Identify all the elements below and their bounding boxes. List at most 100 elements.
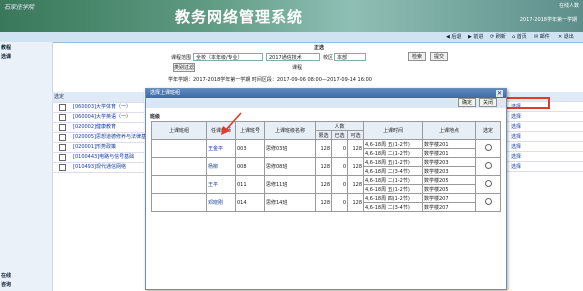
class-group-cell — [151, 175, 207, 194]
place-cell: 数学楼205 — [422, 184, 476, 194]
course-name[interactable]: [020001]形势政策 — [73, 142, 116, 152]
choose-link[interactable]: 选择 — [505, 132, 583, 142]
available-cell: 128 — [347, 175, 364, 194]
choose-cell — [475, 139, 501, 158]
col-time: 上课时间 — [363, 121, 423, 140]
table-row: 邓晓刚 014 思修14班 128 0 128 4,6-18周 四(1-2节) … — [151, 193, 501, 212]
class-group-cell — [151, 193, 207, 212]
available-cell: 128 — [347, 157, 364, 176]
row-checkbox[interactable] — [59, 124, 66, 131]
forward-button[interactable]: ▶ 前进 — [468, 33, 483, 40]
table-header-row: 上课班组 任课教师 上课班号 上课班级名称 人数 上课时间 上课地点 选定 — [151, 121, 501, 140]
selected-cell: 0 — [331, 157, 348, 176]
choose-link[interactable]: 选择 — [505, 152, 583, 162]
highlight-box — [504, 97, 550, 109]
teacher-cell[interactable]: 王金平 — [206, 139, 236, 158]
section-label: 班级 — [150, 114, 161, 120]
course-name[interactable]: [010493]现代通信网络 — [73, 162, 126, 172]
limit-cell: 128 — [315, 157, 332, 176]
time-cell: 4,6-18周 二(3-4节) — [363, 202, 423, 212]
place-cell: 数学楼205 — [422, 175, 476, 185]
available-cell: 128 — [347, 193, 364, 212]
back-button[interactable]: ◀ 后退 — [446, 33, 461, 40]
place-cell: 数学楼203 — [422, 157, 476, 167]
time-cell: 4,6-18周 五(1-2节) — [363, 157, 423, 167]
class-no-cell: 014 — [235, 193, 265, 212]
row-checkbox[interactable] — [59, 134, 66, 141]
submit-button[interactable]: 提交 — [430, 52, 448, 61]
sidebar-item-consult[interactable]: 咨询 — [0, 281, 53, 289]
row-checkbox[interactable] — [59, 164, 66, 171]
form-heading: 正选 — [314, 45, 325, 51]
selected-cell: 0 — [331, 193, 348, 212]
dialog-toolbar — [146, 98, 506, 108]
teacher-cell[interactable]: 杨柳 — [206, 157, 236, 176]
course-type-select[interactable]: 2017通信技术 — [266, 53, 320, 61]
time-cell: 4,6-18周 二(1-2节) — [363, 148, 423, 158]
home-button[interactable]: ⌂ 首页 — [512, 33, 527, 40]
table-row: 王金平 003 思修03班 128 0 128 4,6-18周 五(1-2节) … — [151, 139, 501, 158]
course-name[interactable]: [060003]大学体育（一） — [73, 102, 131, 112]
search-button[interactable]: 检索 — [408, 52, 426, 61]
choose-cell — [475, 193, 501, 212]
class-name-cell: 思修03班 — [264, 139, 316, 158]
term-info: 学年学期：2017-2018学年第一学期 时间区段：2017-09-06 08:… — [168, 77, 372, 83]
table-row: [010493]现代通信网络 — [52, 162, 144, 173]
selected-cell: 0 — [331, 139, 348, 158]
close-icon[interactable]: ✕ — [496, 90, 503, 97]
class-group-cell — [151, 139, 207, 158]
row-checkbox[interactable] — [59, 114, 66, 121]
logout-button[interactable]: ✕ 退出 — [558, 33, 574, 40]
dialog-title: 选择上课班组 — [146, 89, 506, 98]
col-selected: 已选 — [331, 130, 348, 140]
limit-cell: 128 — [315, 193, 332, 212]
row-checkbox[interactable] — [59, 154, 66, 161]
col-place: 上课地点 — [422, 121, 476, 140]
choose-link[interactable]: 选择 — [505, 112, 583, 122]
class-radio[interactable] — [484, 198, 492, 205]
row-checkbox[interactable] — [59, 144, 66, 151]
choose-link[interactable]: 选择 — [505, 162, 583, 172]
col-class-name: 上课班级名称 — [264, 121, 316, 140]
table-row: 王平 011 思修11班 128 0 128 4,6-18周 二(1-2节) 数… — [151, 175, 501, 194]
sidebar-item-select[interactable]: 选课 — [0, 53, 53, 61]
class-name-cell: 思修14班 — [264, 193, 316, 212]
choose-cell — [475, 157, 501, 176]
class-radio[interactable] — [484, 144, 492, 151]
place-cell: 数学楼201 — [422, 148, 476, 158]
class-radio[interactable] — [484, 162, 492, 169]
class-no-cell: 003 — [235, 139, 265, 158]
col-choose: 选定 — [475, 121, 501, 140]
system-title: 教务网络管理系统 — [175, 8, 304, 26]
confirm-button[interactable]: 确定 — [458, 98, 476, 107]
sidebar-item-course[interactable]: 教程 — [0, 44, 53, 52]
range-select[interactable]: 全校（本年级/专业） — [193, 53, 263, 61]
course-label: 课程 — [292, 65, 303, 71]
row-checkbox[interactable] — [59, 104, 66, 111]
course-name[interactable]: [060004]大学英语（一） — [73, 112, 131, 122]
mail-button[interactable]: ✉ 邮件 — [534, 33, 550, 40]
place-cell: 数学楼201 — [422, 139, 476, 149]
filter-button[interactable]: 类别过滤 — [173, 63, 195, 72]
teacher-cell[interactable]: 邓晓刚 — [206, 193, 236, 212]
refresh-button[interactable]: ⟳ 刷新 — [490, 33, 506, 40]
user-status: 在线人数 — [558, 3, 579, 9]
col-class-group: 上课班组 — [151, 121, 207, 140]
col-count-group: 人数 — [315, 121, 364, 131]
campus-select[interactable]: 本部 — [334, 53, 366, 61]
time-cell: 4,6-18周 五(1-2节) — [363, 184, 423, 194]
choose-link[interactable]: 选择 — [505, 122, 583, 132]
course-name[interactable]: [020005]思想道德修养与法律基础 — [73, 132, 151, 142]
course-name[interactable]: [0100443]电路与信号基础 — [73, 152, 134, 162]
choose-link[interactable]: 选择 — [505, 142, 583, 152]
term-status: 2017-2018学年第一学期 — [519, 17, 577, 23]
course-name[interactable]: [020002]健康教育 — [73, 122, 116, 132]
close-button[interactable]: 关闭 — [479, 98, 497, 107]
class-radio[interactable] — [484, 180, 492, 187]
place-cell: 数学楼207 — [422, 202, 476, 212]
sidebar-item-online[interactable]: 在线 — [0, 272, 53, 280]
class-no-cell: 011 — [235, 175, 265, 194]
annotation-arrow-icon — [221, 112, 242, 135]
class-group-cell — [151, 157, 207, 176]
teacher-cell[interactable]: 王平 — [206, 175, 236, 194]
